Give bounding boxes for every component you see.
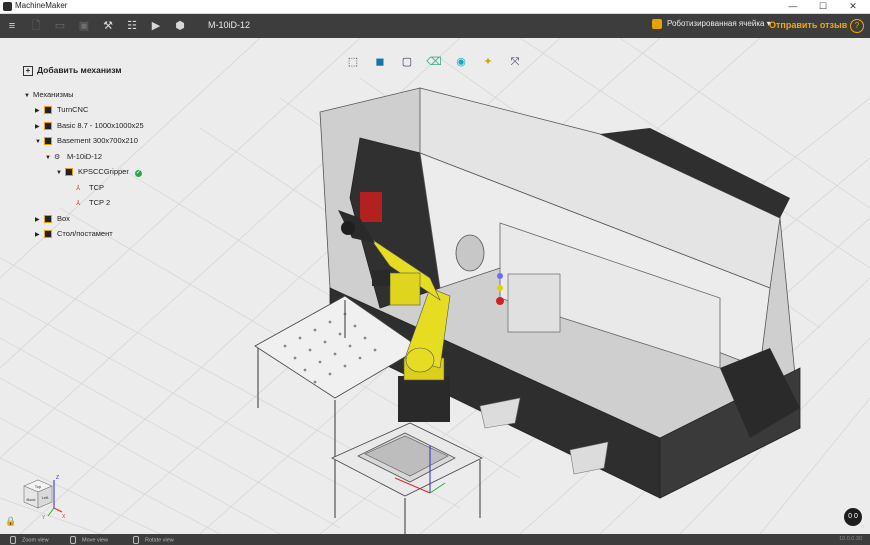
view-magic-icon[interactable]: ✦ <box>480 54 496 70</box>
version-label: 10.0.0.30 <box>839 536 862 542</box>
app-title: MachineMaker <box>15 1 68 10</box>
camera-compass-button[interactable]: 0 0 <box>844 508 862 526</box>
collapse-arrow-icon[interactable]: ▼ <box>45 152 54 164</box>
move-hint-label: Move view <box>82 537 108 544</box>
expand-arrow-icon[interactable]: ▶ <box>35 121 44 133</box>
tree-item-label: Box <box>57 214 70 223</box>
tree-item-basic[interactable]: ▶ Basic 8.7 - 1000x1000x25 <box>35 120 144 132</box>
tree-item-label: KPSCCGripper <box>78 167 129 176</box>
navigation-cube[interactable]: Top Back Left Z X Y <box>18 472 66 520</box>
main-toolbar: ≡ 🗋 ▭ ▣ ⚒ ☷ ▶ ⬢ M-10iD-12 Роботизированн… <box>0 14 870 38</box>
app-logo-icon <box>3 2 12 11</box>
mouse-right-icon <box>133 536 139 544</box>
lock-icon[interactable]: 🔒 <box>5 516 16 527</box>
menu-icon[interactable]: ≡ <box>4 18 20 34</box>
mechanism-node-icon <box>44 106 52 115</box>
tree-item-label: Стол/постамент <box>57 229 113 238</box>
tree-item-label: Basic 8.7 - 1000x1000x25 <box>57 121 144 130</box>
tree-item-tcp[interactable]: ⅄ TCP <box>76 182 104 194</box>
navcube-front-face[interactable]: Back <box>27 497 36 502</box>
tree-item-turncnc[interactable]: ▶ TurnCNC <box>35 104 88 116</box>
mechanism-tree-panel: + Добавить механизм ▼ Механизмы ▶ TurnCNC ▶… <box>0 38 300 298</box>
collapse-arrow-icon[interactable]: ▼ <box>35 136 44 148</box>
mechanism-node-icon <box>44 122 52 131</box>
tree-item-label: Basement 300x700x210 <box>57 136 138 145</box>
mouse-scroll-icon <box>10 536 16 544</box>
add-mechanism-button[interactable]: + Добавить механизм <box>23 65 122 76</box>
collapse-arrow-icon[interactable]: ▼ <box>56 167 65 179</box>
view-eraser-icon[interactable]: ⌫ <box>426 54 442 70</box>
help-button[interactable]: ? <box>850 19 864 33</box>
view-globe-icon[interactable]: ◉ <box>453 54 469 70</box>
axis-y-label: Y <box>42 515 46 520</box>
pedestal-table-model <box>331 422 483 534</box>
tree-item-pedestal[interactable]: ▶ Стол/постамент <box>35 228 113 240</box>
navcube-side-face[interactable]: Left <box>42 495 50 500</box>
minimize-button[interactable]: — <box>778 0 808 13</box>
export-cube-icon[interactable]: ⬢ <box>172 18 188 34</box>
axis-x-label: X <box>62 514 66 520</box>
cell-type-label: Роботизированная ячейка <box>667 19 765 29</box>
tree-item-label: TurnCNC <box>57 105 89 114</box>
close-button[interactable]: ✕ <box>838 0 868 13</box>
axis-z-label: Z <box>56 475 59 481</box>
cell-type-dropdown[interactable]: Роботизированная ячейка ▾ <box>652 19 771 29</box>
viewport-3d[interactable]: + Добавить механизм ▼ Механизмы ▶ TurnCNC ▶… <box>0 38 870 534</box>
zoom-hint-label: Zoom view <box>22 537 49 544</box>
play-icon[interactable]: ▶ <box>148 18 164 34</box>
open-folder-icon[interactable]: ▭ <box>52 18 68 34</box>
mechanism-node-icon <box>44 215 52 224</box>
send-feedback-button[interactable]: Отправить отзыв <box>769 20 847 30</box>
tree-item-label: M-10iD-12 <box>67 152 103 161</box>
mechanism-node-icon <box>44 137 52 146</box>
title-bar: MachineMaker — ☐ ✕ <box>0 0 870 14</box>
document-title: M-10iD-12 <box>208 20 251 30</box>
robot-icon: ⚙ <box>54 154 61 161</box>
robot-cell-icon <box>652 19 662 29</box>
view-fit-icon[interactable]: ⤧ <box>507 54 523 70</box>
tree-item-basement[interactable]: ▼ Basement 300x700x210 <box>35 135 138 147</box>
tree-item-label: TCP <box>89 183 104 192</box>
tools-icon[interactable]: ⚒ <box>100 18 116 34</box>
expand-arrow-icon[interactable]: ▶ <box>35 214 44 226</box>
mouse-left-icon <box>70 536 76 544</box>
rotate-hint-label: Rotate view <box>145 537 174 544</box>
maximize-button[interactable]: ☐ <box>808 0 838 13</box>
mechanism-node-icon <box>44 230 52 239</box>
tree-item-robot[interactable]: ▼ ⚙ M-10iD-12 <box>45 151 102 163</box>
check-icon: ✓ <box>134 170 142 177</box>
move-hint: Move view <box>70 536 108 544</box>
tcp-axes-icon: ⅄ <box>76 200 81 207</box>
chevron-down-icon[interactable]: ▼ <box>24 90 33 102</box>
view-wireframe-cube-icon[interactable]: ⬚ <box>345 54 361 70</box>
expand-arrow-icon[interactable]: ▶ <box>35 229 44 241</box>
add-mechanism-label: Добавить механизм <box>37 65 122 75</box>
tree-item-tcp2[interactable]: ⅄ TCP 2 <box>76 197 110 209</box>
view-edges-cube-icon[interactable]: ▢ <box>399 54 415 70</box>
tcp-axes-icon: ⅄ <box>76 185 81 192</box>
rotate-hint: Rotate view <box>133 536 174 544</box>
navcube-top-face[interactable]: Top <box>35 484 42 489</box>
view-solid-cube-icon[interactable]: ◼ <box>372 54 388 70</box>
plus-icon: + <box>23 66 33 76</box>
expand-arrow-icon[interactable]: ▶ <box>35 105 44 117</box>
zoom-hint: Zoom view <box>10 536 49 544</box>
tree-item-label: TCP 2 <box>89 198 111 207</box>
new-file-icon[interactable]: 🗋 <box>28 18 44 34</box>
section-label: Механизмы <box>33 90 74 99</box>
tree-item-gripper[interactable]: ▼ KPSCCGripper ✓ <box>56 166 142 178</box>
tree-section-mechanisms[interactable]: ▼ Механизмы <box>24 89 74 101</box>
status-bar: Zoom view Move view Rotate view 10.0.0.3… <box>0 534 870 545</box>
gripper-node-icon <box>65 168 73 177</box>
save-icon[interactable]: ▣ <box>76 18 92 34</box>
settings-sliders-icon[interactable]: ☷ <box>124 18 140 34</box>
tree-item-box[interactable]: ▶ Box <box>35 213 70 225</box>
